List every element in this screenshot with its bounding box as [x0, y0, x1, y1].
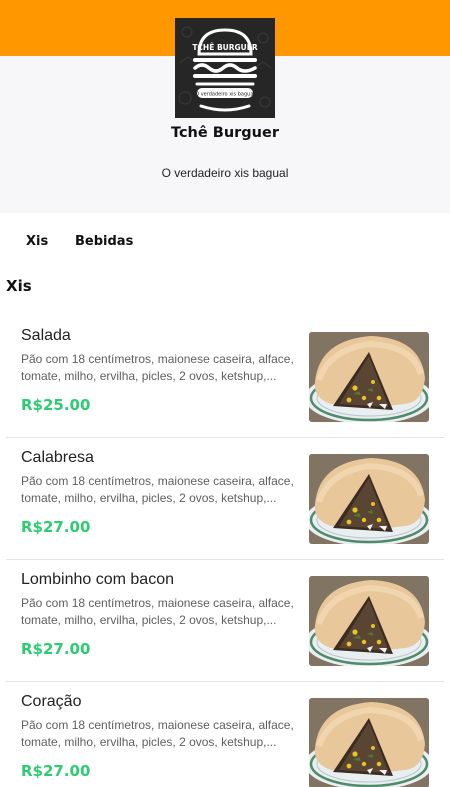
burger-logo-icon: TCHÊ BURGUER O verdadeiro xis bagual — [175, 18, 275, 118]
item-price: R$27.00 — [21, 640, 91, 658]
item-name: Coração — [21, 693, 82, 710]
section-title: Xis — [6, 277, 32, 295]
item-description: Pão com 18 centímetros, maionese caseira… — [21, 596, 294, 627]
menu-list: Salada Pão com 18 centímetros, maionese … — [6, 316, 444, 787]
item-price: R$27.00 — [21, 518, 91, 536]
burger-photo — [309, 576, 429, 666]
item-name: Calabresa — [21, 449, 94, 466]
burger-photo — [309, 698, 429, 787]
category-tabs: Xis Bebidas — [0, 213, 450, 271]
item-price: R$27.00 — [21, 762, 91, 780]
tab-bebidas[interactable]: Bebidas — [75, 234, 133, 249]
item-description: Pão com 18 centímetros, maionese caseira… — [21, 474, 294, 505]
item-name: Salada — [21, 327, 71, 344]
burger-photo — [309, 454, 429, 544]
item-description: Pão com 18 centímetros, maionese caseira… — [21, 352, 294, 383]
burger-photo — [309, 332, 429, 422]
item-description: Pão com 18 centímetros, maionese caseira… — [21, 718, 294, 749]
menu-item[interactable]: Calabresa Pão com 18 centímetros, maione… — [6, 438, 444, 560]
menu-item[interactable]: Salada Pão com 18 centímetros, maionese … — [6, 316, 444, 438]
menu-item[interactable]: Lombinho com bacon Pão com 18 centímetro… — [6, 560, 444, 682]
item-name: Lombinho com bacon — [21, 571, 174, 588]
store-name: Tchê Burguer — [171, 125, 279, 141]
logo-lettering-top: TCHÊ BURGUER — [192, 43, 258, 52]
item-price: R$25.00 — [21, 396, 91, 414]
tab-xis[interactable]: Xis — [26, 234, 48, 249]
menu-item[interactable]: Coração Pão com 18 centímetros, maionese… — [6, 682, 444, 787]
logo-lettering-bottom: O verdadeiro xis bagual — [195, 92, 255, 98]
store-tagline: O verdadeiro xis bagual — [161, 166, 289, 180]
